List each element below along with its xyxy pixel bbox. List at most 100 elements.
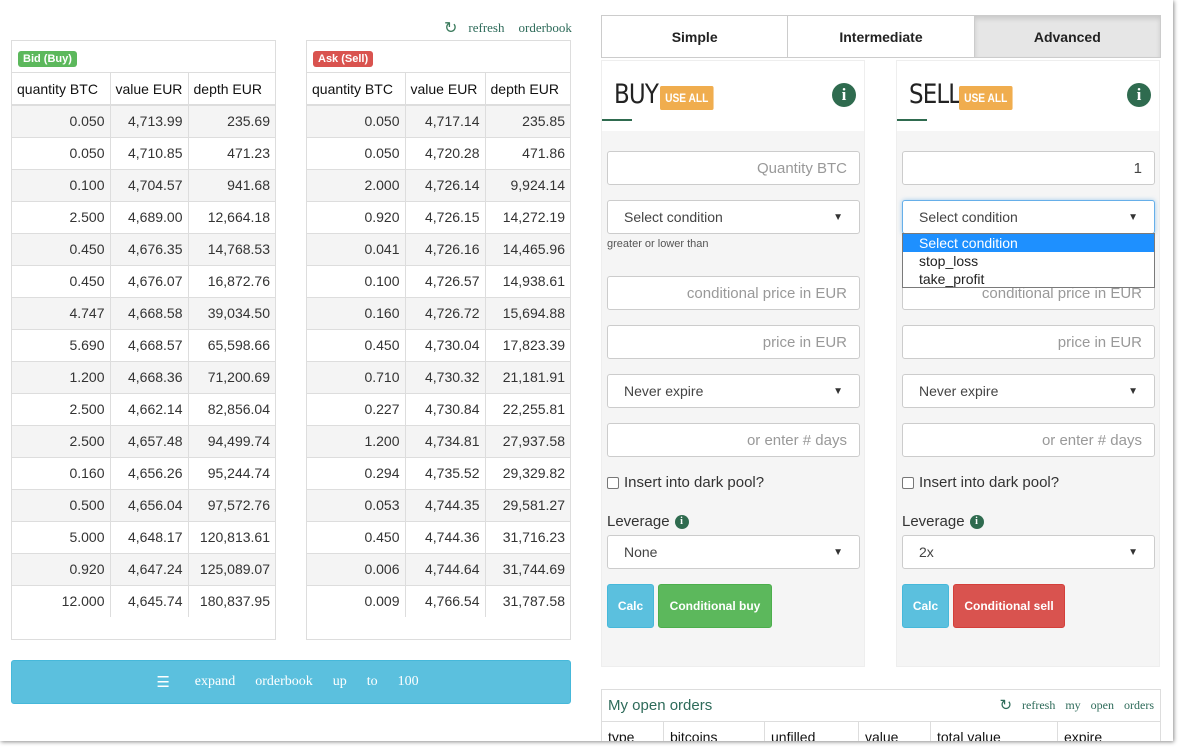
cell-depth: 471.23 <box>188 136 275 169</box>
cell-value: 4,656.26 <box>110 456 189 489</box>
sell-leverage-label: Leverage <box>902 513 965 530</box>
sell-calc-button[interactable]: Calc <box>902 584 949 628</box>
buy-dark-pool-label: Insert into dark pool? <box>624 474 765 491</box>
cell-value: 4,648.17 <box>110 520 189 553</box>
refresh-word: refresh <box>468 20 505 35</box>
cell-value: 4,720.28 <box>405 136 486 169</box>
buy-calc-button[interactable]: Calc <box>607 584 654 628</box>
sell-expire-value: Never expire <box>919 383 999 399</box>
tab-intermediate[interactable]: Intermediate <box>788 15 975 58</box>
checkbox-box[interactable] <box>902 476 914 489</box>
cell-depth: 15,694.88 <box>485 296 570 329</box>
sell-dark-pool-checkbox[interactable]: Insert into dark pool? <box>902 474 1059 491</box>
cell-quantity: 0.160 <box>307 296 406 329</box>
info-icon[interactable]: i <box>832 83 856 107</box>
table-row: 0.920 4,647.24 125,089.07 <box>12 552 275 585</box>
cell-quantity: 0.160 <box>12 456 111 489</box>
buy-price-input[interactable]: price in EUR <box>607 325 860 359</box>
cell-value: 4,662.14 <box>110 392 189 425</box>
cell-quantity: 2.500 <box>12 392 111 425</box>
cell-quantity: 0.227 <box>307 392 406 425</box>
table-row: 0.500 4,656.04 97,572.76 <box>12 488 275 521</box>
info-icon[interactable]: i <box>674 514 689 529</box>
cell-quantity: 0.009 <box>307 584 406 617</box>
buy-leverage-select[interactable]: None ▼ <box>607 535 860 569</box>
info-icon[interactable]: i <box>1127 83 1151 107</box>
sell-price-input[interactable]: price in EUR <box>902 325 1155 359</box>
sell-title-underline <box>897 119 927 121</box>
table-row: 5.690 4,668.57 65,598.66 <box>12 328 275 361</box>
refresh-open-orders-link[interactable]: ↻ refresh my open orders <box>999 696 1154 715</box>
refresh-orders-word: my <box>1065 698 1081 712</box>
cell-quantity: 0.500 <box>12 488 111 521</box>
orderbook-refresh-link[interactable]: ↻ refresh orderbook <box>444 18 572 38</box>
table-row: 0.050 4,717.14 235.85 <box>307 104 570 137</box>
buy-quantity-input[interactable]: Quantity BTC <box>607 151 860 185</box>
ask-caption: Ask (Sell) <box>307 41 570 73</box>
tab-advanced[interactable]: Advanced <box>974 15 1161 58</box>
cell-value: 4,668.36 <box>110 360 189 393</box>
cell-value: 4,668.58 <box>110 296 189 329</box>
cell-value: 4,710.85 <box>110 136 189 169</box>
table-row: 0.041 4,726.16 14,465.96 <box>307 232 570 265</box>
cell-depth: 125,089.07 <box>188 552 275 585</box>
cell-value: 4,676.35 <box>110 232 189 265</box>
refresh-orders-word: orders <box>1124 698 1154 712</box>
info-icon[interactable]: i <box>969 514 984 529</box>
cell-quantity: 0.920 <box>12 552 111 585</box>
cell-value: 4,717.14 <box>405 104 486 137</box>
sell-days-input[interactable]: or enter # days <box>902 423 1155 457</box>
table-row: 12.000 4,645.74 180,837.95 <box>12 584 275 617</box>
bid-col-quantity: quantity BTC <box>12 73 111 106</box>
cell-depth: 31,744.69 <box>485 552 570 585</box>
table-row: 0.100 4,704.57 941.68 <box>12 168 275 201</box>
cell-quantity: 0.450 <box>307 520 406 553</box>
table-row: 0.294 4,735.52 29,329.82 <box>307 456 570 489</box>
caret-down-icon: ▼ <box>833 546 843 558</box>
table-row: 0.710 4,730.32 21,181.91 <box>307 360 570 393</box>
dropdown-option-select-condition[interactable]: Select condition <box>903 234 1154 252</box>
cell-depth: 31,787.58 <box>485 584 570 617</box>
dropdown-option-stop-loss[interactable]: stop_loss <box>903 252 1154 270</box>
table-row: 0.050 4,713.99 235.69 <box>12 104 275 137</box>
cell-value: 4,676.07 <box>110 264 189 297</box>
sell-dark-pool-label: Insert into dark pool? <box>919 474 1060 491</box>
sell-condition-dropdown-list: Select condition stop_loss take_profit <box>902 233 1155 288</box>
cell-value: 4,704.57 <box>110 168 189 201</box>
conditional-buy-button[interactable]: Conditional buy <box>658 584 772 628</box>
sell-condition-select[interactable]: Select condition ▼ <box>902 200 1155 234</box>
cell-value: 4,726.72 <box>405 296 486 329</box>
buy-expire-select[interactable]: Never expire ▼ <box>607 374 860 408</box>
sell-leverage-label-row: Leverage i <box>902 513 984 530</box>
buy-conditional-price-input[interactable]: conditional price in EUR <box>607 276 860 310</box>
cell-depth: 29,581.27 <box>485 488 570 521</box>
cell-depth: 95,244.74 <box>188 456 275 489</box>
cell-depth: 471.86 <box>485 136 570 169</box>
conditional-sell-button[interactable]: Conditional sell <box>953 584 1065 628</box>
expand-orderbook-button[interactable]: ☰ expand orderbook up to 100 <box>11 660 571 704</box>
sell-use-all-button[interactable]: USE ALL <box>959 86 1013 110</box>
cell-depth: 235.85 <box>485 104 570 137</box>
cell-quantity: 0.041 <box>307 232 406 265</box>
table-row: 2.500 4,657.48 94,499.74 <box>12 424 275 457</box>
dropdown-option-take-profit[interactable]: take_profit <box>903 270 1154 288</box>
buy-condition-select[interactable]: Select condition ▼ <box>607 200 860 234</box>
cell-depth: 14,465.96 <box>485 232 570 265</box>
sell-expire-select[interactable]: Never expire ▼ <box>902 374 1155 408</box>
sell-quantity-input[interactable]: 1 <box>902 151 1155 185</box>
bid-caption: Bid (Buy) <box>12 41 275 73</box>
sell-leverage-select[interactable]: 2x ▼ <box>902 535 1155 569</box>
expand-word: 100 <box>397 674 419 689</box>
tab-simple[interactable]: Simple <box>601 15 789 58</box>
buy-days-input[interactable]: or enter # days <box>607 423 860 457</box>
cell-depth: 235.69 <box>188 104 275 137</box>
expand-word: to <box>366 674 378 689</box>
ask-col-quantity: quantity BTC <box>307 73 406 106</box>
list-icon: ☰ <box>156 674 170 691</box>
expand-word: expand <box>194 674 236 689</box>
bid-badge: Bid (Buy) <box>18 51 77 67</box>
checkbox-box[interactable] <box>607 476 619 489</box>
cell-quantity: 2.500 <box>12 200 111 233</box>
buy-dark-pool-checkbox[interactable]: Insert into dark pool? <box>607 474 764 491</box>
buy-use-all-button[interactable]: USE ALL <box>660 86 714 110</box>
